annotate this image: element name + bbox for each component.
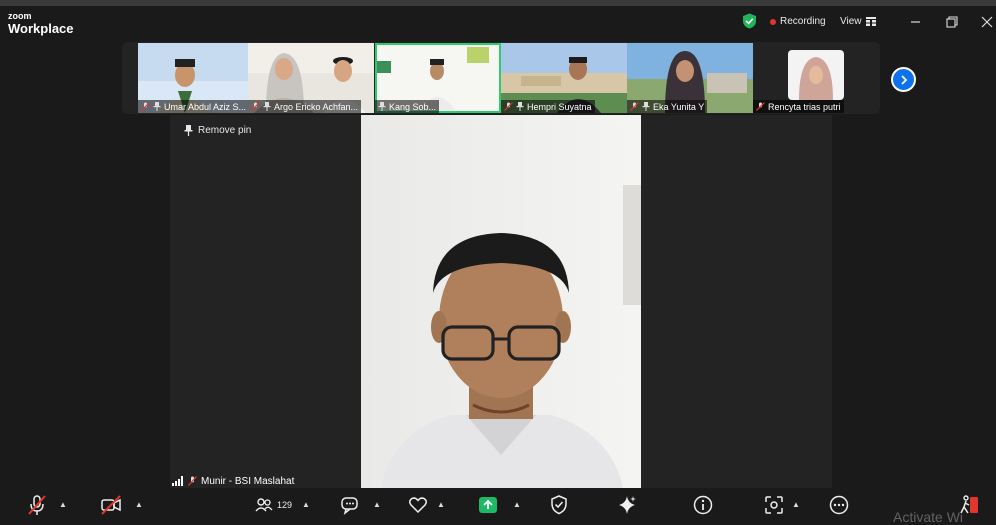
participant-tile-active-speaker[interactable]: Kang Sob...	[375, 43, 501, 113]
meeting-info-button[interactable]	[693, 494, 713, 516]
host-tools-button[interactable]	[550, 494, 568, 516]
participant-name: Rencyta trias putri	[768, 101, 841, 112]
participant-label: Argo Ericko Achfan...	[248, 100, 362, 113]
participant-tile[interactable]: Rencyta trias putri	[753, 43, 879, 113]
signal-strength-icon	[172, 476, 183, 486]
more-icon	[829, 495, 849, 515]
pin-icon	[184, 125, 193, 136]
reactions-button[interactable]	[408, 494, 428, 516]
muted-mic-icon	[188, 476, 197, 486]
view-button[interactable]: View	[840, 16, 876, 27]
participant-name: Hempri Suyatna	[527, 101, 592, 112]
apps-button[interactable]	[764, 494, 784, 516]
sparkle-icon	[619, 496, 636, 514]
share-options-caret[interactable]: ▲	[513, 500, 521, 509]
remove-pin-button[interactable]: Remove pin	[184, 125, 251, 136]
pin-icon	[153, 102, 161, 111]
meeting-toolbar: ▲ ▲ 129 ▲ ▲ ▲ ▲ ▲	[0, 490, 996, 520]
participant-name: Kang Sob...	[389, 101, 437, 112]
muted-mic-icon	[141, 102, 150, 111]
muted-mic-icon	[504, 102, 513, 111]
participant-label: Hempri Suyatna	[501, 100, 595, 113]
participant-tile[interactable]: Umar Abdul Aziz S...	[138, 43, 248, 113]
unmute-button[interactable]	[27, 494, 47, 516]
video-off-icon	[101, 495, 121, 515]
chat-button[interactable]	[340, 494, 360, 516]
video-options-caret[interactable]: ▲	[135, 500, 143, 509]
security-shield-icon[interactable]	[742, 13, 757, 29]
participant-name: Argo Ericko Achfan...	[274, 101, 359, 112]
speaker-nametag: Munir - BSI Maslahat	[172, 474, 298, 488]
participant-label: Eka Yunita Y	[627, 100, 708, 113]
participant-strip: Umar Abdul Aziz S... Argo Ericko Achfan.…	[122, 42, 880, 114]
participants-options-caret[interactable]: ▲	[302, 500, 310, 509]
recording-label: Recording	[780, 16, 826, 27]
shield-check-icon	[551, 495, 567, 515]
participants-button[interactable]: 129	[255, 494, 292, 516]
muted-mic-icon	[251, 102, 260, 111]
participants-icon	[255, 498, 273, 512]
pin-icon	[263, 102, 271, 111]
participant-name: Umar Abdul Aziz S...	[164, 101, 247, 112]
restore-icon[interactable]	[944, 14, 960, 30]
close-icon[interactable]	[979, 14, 995, 30]
muted-mic-icon	[756, 102, 765, 111]
start-video-button[interactable]	[100, 494, 122, 516]
muted-microphone-icon	[28, 495, 46, 515]
view-label: View	[840, 16, 862, 27]
pin-icon	[378, 102, 386, 111]
participant-label: Umar Abdul Aziz S...	[138, 100, 248, 113]
title-bar: zoom Workplace Recording View	[0, 6, 996, 40]
chat-icon	[341, 497, 358, 515]
activate-windows-watermark: Activate Wi	[893, 509, 964, 525]
recording-dot-icon	[770, 18, 776, 25]
brand-big: Workplace	[8, 21, 74, 36]
pin-icon	[642, 102, 650, 111]
next-page-button[interactable]	[891, 67, 916, 92]
participant-tile[interactable]: Hempri Suyatna	[501, 43, 627, 113]
speaker-name: Munir - BSI Maslahat	[201, 475, 295, 487]
muted-mic-icon	[630, 102, 639, 111]
participant-label: Kang Sob...	[375, 100, 440, 113]
brand-small: zoom	[8, 11, 32, 21]
grid-view-icon	[865, 17, 876, 26]
audio-options-caret[interactable]: ▲	[59, 500, 67, 509]
ai-companion-button[interactable]	[617, 494, 637, 516]
recording-indicator[interactable]: Recording	[770, 16, 826, 27]
speaker-video	[361, 115, 641, 488]
minimize-icon[interactable]	[908, 14, 924, 30]
more-button[interactable]	[829, 494, 849, 516]
remove-pin-label: Remove pin	[198, 125, 252, 136]
chevron-right-icon	[900, 74, 907, 85]
pin-icon	[516, 102, 524, 111]
reactions-options-caret[interactable]: ▲	[437, 500, 445, 509]
zoom-logo: zoom Workplace	[8, 11, 74, 36]
speaker-video-frame	[361, 115, 641, 488]
share-screen-icon	[479, 497, 497, 513]
apps-options-caret[interactable]: ▲	[792, 500, 800, 509]
participant-count: 129	[277, 500, 293, 510]
info-icon	[693, 495, 713, 515]
heart-icon	[408, 497, 428, 514]
participant-name: Eka Yunita Y	[653, 101, 705, 112]
chat-options-caret[interactable]: ▲	[373, 500, 381, 509]
participant-tile[interactable]: Eka Yunita Y	[627, 43, 753, 113]
apps-icon	[765, 496, 783, 514]
share-screen-button[interactable]	[478, 494, 498, 516]
participant-label: Rencyta trias putri	[753, 100, 844, 113]
participant-tile[interactable]: Argo Ericko Achfan...	[248, 43, 374, 113]
